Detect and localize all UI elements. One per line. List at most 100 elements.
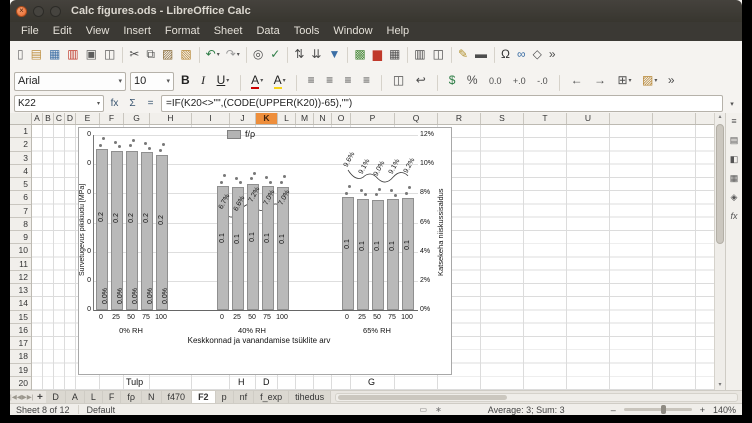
export-pdf-icon[interactable]: ▥ <box>64 45 82 65</box>
column-header[interactable]: A <box>32 113 43 124</box>
column-header[interactable]: S <box>481 113 524 124</box>
expand-formula-bar-icon[interactable]: ▾ <box>726 100 738 108</box>
background-color-icon[interactable]: ▨ ▾ <box>639 71 660 91</box>
menu-item[interactable]: Sheet <box>207 22 250 41</box>
sheet-position[interactable]: Sheet 8 of 12 <box>16 405 70 415</box>
column-header[interactable]: P <box>351 113 395 124</box>
column-header[interactable] <box>610 113 653 124</box>
last-sheet-button[interactable]: ▶| <box>27 394 34 401</box>
column-header[interactable]: M <box>296 113 314 124</box>
font-color-button[interactable]: A ▾ <box>248 71 266 91</box>
menu-item[interactable]: File <box>14 22 46 41</box>
row-header[interactable]: 2 <box>10 138 31 151</box>
embedded-chart[interactable]: f/ρ Survetugevus pikikiudu [MPa] Katseke… <box>78 127 452 375</box>
find-replace-icon[interactable]: ◎ <box>250 45 267 65</box>
headers-footers-icon[interactable]: ▬ <box>472 45 491 65</box>
show-draw-functions-icon[interactable]: ◇ <box>530 45 546 65</box>
column-header[interactable]: H <box>150 113 192 124</box>
menu-item[interactable]: Insert <box>116 22 158 41</box>
spelling-icon[interactable]: ✓ <box>267 45 284 65</box>
clone-formatting-icon[interactable]: ▧ <box>177 45 195 65</box>
row-header[interactable]: 13 <box>10 284 31 297</box>
add-decimal-icon[interactable]: +.0 <box>510 72 530 92</box>
row-header[interactable]: 6 <box>10 191 31 204</box>
function-wizard-icon[interactable]: fx <box>107 98 122 109</box>
functions-icon[interactable]: fx <box>728 210 741 222</box>
menu-item[interactable]: Window <box>326 22 379 41</box>
row-header[interactable]: 8 <box>10 218 31 231</box>
row-header[interactable]: 1 <box>10 125 31 138</box>
sheet-tab[interactable]: f470 <box>162 391 193 404</box>
column-header[interactable]: N <box>314 113 332 124</box>
column-header[interactable]: F <box>100 113 124 124</box>
row-header[interactable]: 15 <box>10 311 31 324</box>
sheet-tab[interactable]: A <box>66 391 85 404</box>
new-document-icon[interactable]: ▯ <box>14 45 28 65</box>
scroll-up-icon[interactable]: ▴ <box>715 113 725 122</box>
menu-item[interactable]: View <box>79 22 117 41</box>
row-header[interactable]: 14 <box>10 297 31 310</box>
insert-chart-icon[interactable]: ▆ <box>370 45 386 65</box>
font-size-combo[interactable]: 10 ▾ <box>130 72 174 91</box>
close-button[interactable]: × <box>16 6 27 17</box>
sheet-tab[interactable]: f_exp <box>254 391 289 404</box>
delete-decimal-icon[interactable]: -.0 <box>534 72 552 92</box>
zoom-in-button[interactable]: + <box>700 405 705 415</box>
sort-descending-icon[interactable]: ⇊ <box>308 45 325 65</box>
formula-icon[interactable]: = <box>143 98 158 109</box>
indent-decrease-icon[interactable]: ← <box>568 71 587 91</box>
insert-image-icon[interactable]: ▩ <box>351 45 369 65</box>
merge-cells-icon[interactable]: ◫ <box>390 71 408 91</box>
page-style[interactable]: Default <box>87 405 116 415</box>
row-header[interactable]: 4 <box>10 165 31 178</box>
font-name-combo[interactable]: Arial ▾ <box>14 72 126 91</box>
toolbar-overflow-icon[interactable]: » <box>665 71 679 91</box>
sheet-tab[interactable]: N <box>142 391 162 404</box>
insert-hyperlink-icon[interactable]: ∞ <box>514 45 530 65</box>
row-header[interactable]: 17 <box>10 337 31 350</box>
wrap-text-icon[interactable]: ↩ <box>413 71 430 91</box>
maximize-button[interactable] <box>50 6 61 17</box>
sum-icon[interactable]: Σ <box>125 98 140 109</box>
sheet-tab[interactable]: p <box>216 391 234 404</box>
row-header[interactable]: 12 <box>10 271 31 284</box>
column-header[interactable]: E <box>76 113 100 124</box>
menu-item[interactable]: Help <box>380 22 417 41</box>
scroll-down-icon[interactable]: ▾ <box>715 381 725 390</box>
row-header[interactable]: 18 <box>10 350 31 363</box>
column-header[interactable]: L <box>278 113 296 124</box>
menu-item[interactable]: Tools <box>287 22 327 41</box>
autofilter-icon[interactable]: ▼ <box>325 45 344 65</box>
styles-icon[interactable]: ◧ <box>728 153 741 165</box>
format-number-icon[interactable]: 0.0 <box>486 72 506 92</box>
row-header[interactable]: 19 <box>10 364 31 377</box>
format-percent-icon[interactable]: % <box>464 71 482 91</box>
zoom-slider[interactable] <box>624 408 692 411</box>
scrollbar-thumb[interactable] <box>716 124 724 244</box>
column-header[interactable] <box>653 113 696 124</box>
scrollbar-thumb[interactable] <box>338 395 506 400</box>
gallery-icon[interactable]: ▦ <box>728 172 741 184</box>
titlebar[interactable]: × Calc figures.ods - LibreOffice Calc <box>10 0 742 22</box>
add-sheet-button[interactable]: + <box>33 392 46 403</box>
sheet-tab[interactable]: F2 <box>192 391 216 404</box>
undo-icon[interactable]: ↶ ▾ <box>203 45 223 65</box>
insert-comment-icon[interactable]: ✎ <box>455 45 472 65</box>
formula-input[interactable]: =IF(K20<>"",(CODE(UPPER(K20))-65),"") <box>161 95 723 112</box>
column-header[interactable]: O <box>332 113 351 124</box>
zoom-slider-thumb[interactable] <box>661 405 666 414</box>
selection-mode-icon[interactable]: ▭ <box>420 405 428 414</box>
sidebar-menu-icon[interactable]: ≡ <box>728 115 741 127</box>
highlight-color-button[interactable]: A ▾ <box>271 71 289 91</box>
zoom-level[interactable]: 140% <box>713 405 736 415</box>
freeze-panes-icon[interactable]: ▥ <box>411 45 429 65</box>
italic-button[interactable]: I <box>198 71 209 91</box>
paste-icon[interactable]: ▨ <box>159 45 177 65</box>
navigator-icon[interactable]: ◈ <box>728 191 741 203</box>
print-preview-icon[interactable]: ◫ <box>101 45 119 65</box>
column-header[interactable]: R <box>438 113 481 124</box>
align-right-icon[interactable]: ≡ <box>342 71 356 91</box>
properties-icon[interactable]: ▤ <box>728 134 741 146</box>
select-all-corner[interactable] <box>10 113 32 125</box>
sheet-tab[interactable]: F <box>103 391 122 404</box>
